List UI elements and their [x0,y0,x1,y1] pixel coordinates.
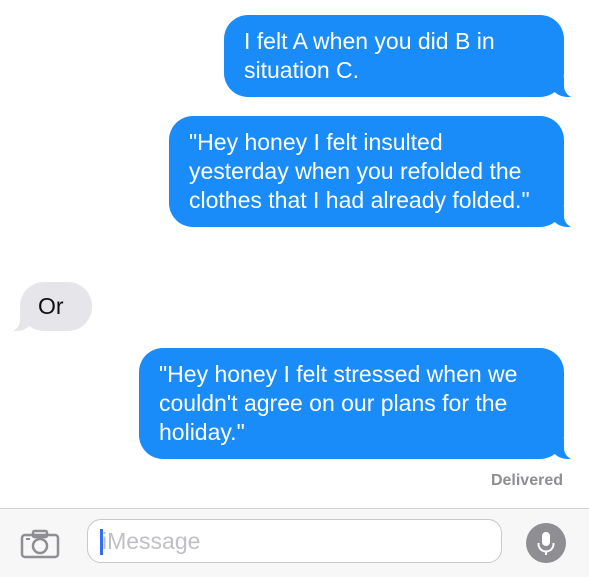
camera-icon[interactable] [20,529,60,559]
message-text: "Hey honey I felt stressed when we could… [159,361,518,445]
message-text: Or [38,293,64,319]
delivered-status: Delivered [490,472,563,489]
compose-bar: iMessage [0,508,589,577]
message-thread: I felt A when you did B in situation C. … [0,0,589,508]
microphone-icon[interactable] [526,523,566,563]
message-text: "Hey honey I felt insulted yesterday whe… [189,129,530,213]
sent-message-bubble[interactable]: "Hey honey I felt stressed when we could… [139,348,586,460]
sent-message-bubble[interactable]: "Hey honey I felt insulted yesterday whe… [169,116,586,228]
message-input[interactable]: iMessage [87,519,502,563]
sent-message-bubble[interactable]: I felt A when you did B in situation C. [224,15,586,98]
message-text: I felt A when you did B in situation C. [244,28,495,83]
received-message-bubble[interactable]: Or [0,282,92,332]
message-input-placeholder: iMessage [102,528,201,554]
